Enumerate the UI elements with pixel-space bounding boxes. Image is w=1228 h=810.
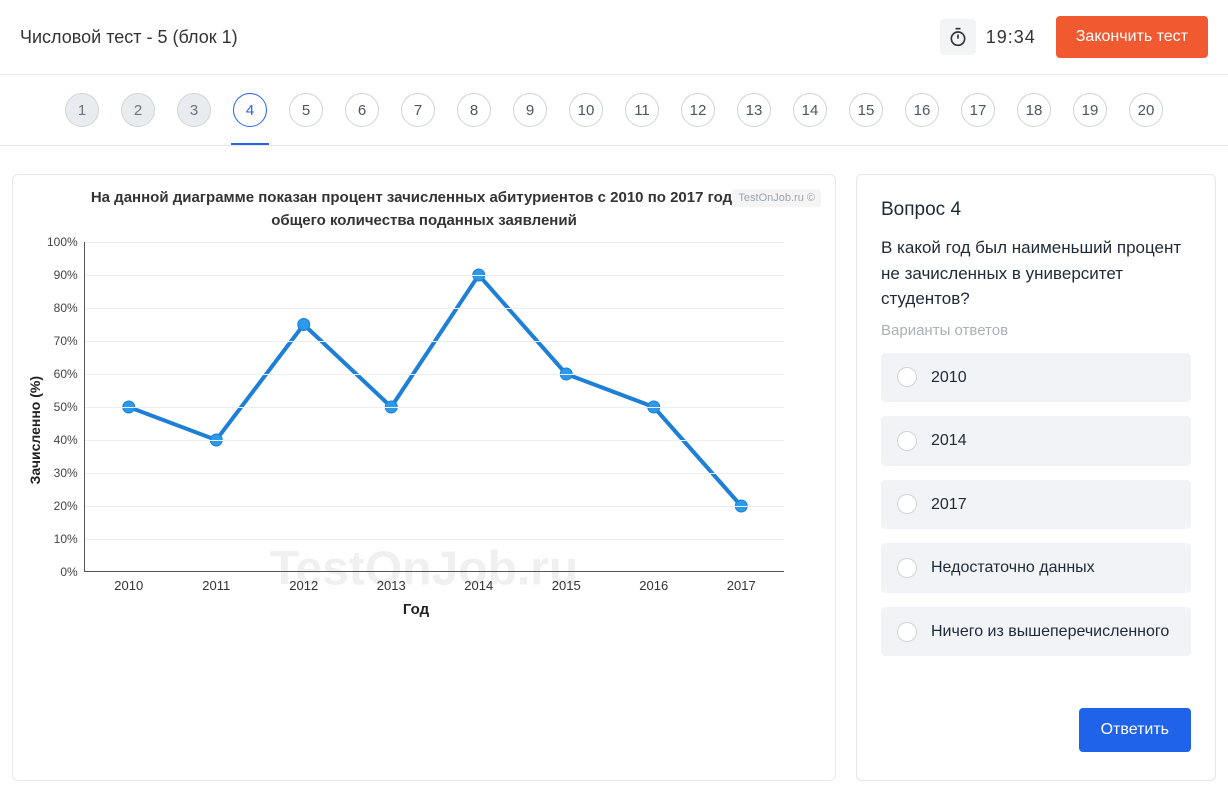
nav-question-2[interactable]: 2 [121, 93, 155, 127]
nav-question-11[interactable]: 11 [625, 93, 659, 127]
xtick: 2013 [348, 578, 436, 593]
xtick: 2015 [523, 578, 611, 593]
chart-yticks: 100%90%80%70%60%50%40%30%20%10%0% [47, 242, 84, 572]
xtick: 2014 [435, 578, 523, 593]
answer-text: 2014 [931, 430, 967, 452]
xtick: 2012 [260, 578, 348, 593]
gridline [85, 440, 784, 441]
answer-option-4[interactable]: Ничего из вышеперечисленного [881, 607, 1191, 657]
gridline [85, 242, 784, 243]
nav-question-10[interactable]: 10 [569, 93, 603, 127]
radio-icon [897, 494, 917, 514]
gridline [85, 539, 784, 540]
radio-icon [897, 622, 917, 642]
nav-question-16[interactable]: 16 [905, 93, 939, 127]
answer-option-1[interactable]: 2014 [881, 416, 1191, 466]
answer-text: Ничего из вышеперечисленного [931, 621, 1169, 643]
chart-title: На данной диаграмме показан процент зачи… [23, 187, 825, 242]
xtick: 2010 [85, 578, 173, 593]
xtick: 2016 [610, 578, 698, 593]
gridline [85, 374, 784, 375]
nav-question-5[interactable]: 5 [289, 93, 323, 127]
answer-text: 2010 [931, 367, 967, 389]
nav-question-15[interactable]: 15 [849, 93, 883, 127]
answer-text: 2017 [931, 494, 967, 516]
nav-question-17[interactable]: 17 [961, 93, 995, 127]
timer-value: 19:34 [986, 27, 1036, 48]
chart-plot-area [84, 242, 784, 572]
answer-option-2[interactable]: 2017 [881, 480, 1191, 530]
chart-ylabel: Зачисленно (%) [23, 376, 47, 484]
answer-option-0[interactable]: 2010 [881, 353, 1191, 403]
nav-question-19[interactable]: 19 [1073, 93, 1107, 127]
gridline [85, 341, 784, 342]
nav-question-1[interactable]: 1 [65, 93, 99, 127]
question-heading: Вопрос 4 [881, 199, 1191, 221]
answers-label: Варианты ответов [881, 322, 1191, 339]
gridline [85, 308, 784, 309]
nav-question-14[interactable]: 14 [793, 93, 827, 127]
finish-test-button[interactable]: Закончить тест [1056, 16, 1208, 58]
question-nav: 1234567891011121314151617181920 [0, 75, 1228, 146]
nav-question-7[interactable]: 7 [401, 93, 435, 127]
nav-question-9[interactable]: 9 [513, 93, 547, 127]
nav-question-3[interactable]: 3 [177, 93, 211, 127]
answer-button[interactable]: Ответить [1079, 708, 1191, 752]
chart-card: На данной диаграмме показан процент зачи… [12, 174, 836, 781]
nav-question-8[interactable]: 8 [457, 93, 491, 127]
page-title: Числовой тест - 5 (блок 1) [20, 27, 940, 48]
nav-question-6[interactable]: 6 [345, 93, 379, 127]
nav-question-13[interactable]: 13 [737, 93, 771, 127]
answer-text: Недостаточно данных [931, 557, 1095, 579]
nav-question-12[interactable]: 12 [681, 93, 715, 127]
timer-icon [940, 19, 976, 55]
radio-icon [897, 367, 917, 387]
radio-icon [897, 558, 917, 578]
gridline [85, 407, 784, 408]
question-panel: Вопрос 4 В какой год был наименьший проц… [856, 174, 1216, 781]
answer-option-3[interactable]: Недостаточно данных [881, 543, 1191, 593]
chart-xticks: 20102011201220132014201520162017 [85, 572, 785, 593]
nav-question-4[interactable]: 4 [233, 93, 267, 127]
answer-options: 2010 2014 2017 Недостаточно данных Ничего из… [881, 353, 1191, 671]
gridline [85, 473, 784, 474]
header: Числовой тест - 5 (блок 1) 19:34 Закончи… [0, 0, 1228, 75]
xtick: 2011 [173, 578, 261, 593]
nav-question-18[interactable]: 18 [1017, 93, 1051, 127]
nav-question-20[interactable]: 20 [1129, 93, 1163, 127]
gridline [85, 275, 784, 276]
watermark-badge: TestOnJob.ru © [732, 189, 821, 207]
gridline [85, 506, 784, 507]
xtick: 2017 [698, 578, 786, 593]
radio-icon [897, 431, 917, 451]
chart-xlabel: Год [47, 601, 785, 618]
question-text: В какой год был наименьший процент не за… [881, 235, 1191, 312]
